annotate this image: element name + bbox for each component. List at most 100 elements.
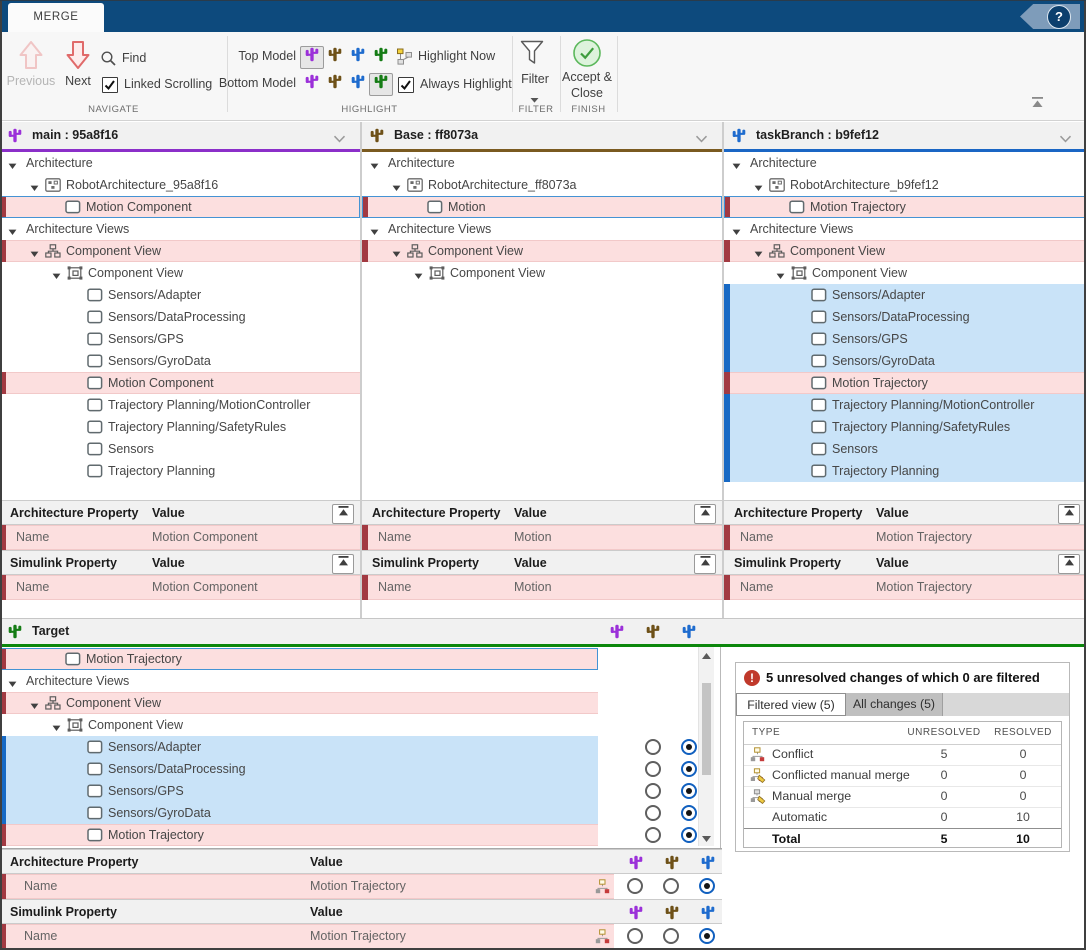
tree-row-motion-component[interactable]: Motion Component <box>0 196 360 218</box>
panel-header[interactable]: main : 95a8f16 <box>0 122 360 149</box>
expander-icon[interactable] <box>370 225 379 239</box>
property-row[interactable]: Name Motion Trajectory <box>724 525 1086 550</box>
panel-header[interactable]: taskBranch : b9fef12 <box>724 122 1086 149</box>
expander-icon[interactable] <box>370 159 379 173</box>
linked-scrolling-checkbox[interactable] <box>102 77 118 93</box>
tree-row-motion[interactable]: Motion <box>362 196 722 218</box>
highlight-now-icon[interactable] <box>396 48 414 68</box>
expander-icon[interactable] <box>754 181 763 195</box>
summary-tab-all-changes-5[interactable]: All changes (5) <box>846 693 943 716</box>
scroll-up-icon[interactable] <box>701 650 712 660</box>
expander-icon[interactable] <box>732 225 741 239</box>
target-scrollbar[interactable] <box>698 647 714 846</box>
tree-row-sensors-dataprocessing[interactable]: Sensors/DataProcessing <box>724 306 1086 328</box>
collapse-properties-button[interactable] <box>1058 554 1080 574</box>
tree-row-sensors-adapter[interactable]: Sensors/Adapter <box>0 284 360 306</box>
expander-icon[interactable] <box>52 269 61 283</box>
always-highlight-checkbox[interactable] <box>398 77 414 93</box>
radio-base-version[interactable] <box>663 878 679 894</box>
chevron-down-icon[interactable] <box>695 132 708 146</box>
property-row[interactable]: Name Motion Trajectory <box>724 575 1086 600</box>
tree-row-trajectory-planning-safetyrules[interactable]: Trajectory Planning/SafetyRules <box>724 416 1086 438</box>
tree-row-component-view[interactable]: Component View <box>362 262 722 284</box>
collapse-properties-button[interactable] <box>694 554 716 574</box>
radio-base-version[interactable] <box>645 827 661 843</box>
property-row[interactable]: Name Motion Component <box>0 575 360 600</box>
target-property-row[interactable]: Name Motion Trajectory <box>0 924 722 949</box>
search-icon[interactable] <box>100 50 117 70</box>
tree-row-sensors-dataprocessing[interactable]: Sensors/DataProcessing <box>0 306 360 328</box>
tree-row-sensors[interactable]: Sensors <box>724 438 1086 460</box>
property-row[interactable]: Name Motion Component <box>0 525 360 550</box>
accept-close-label2[interactable]: Close <box>556 86 618 101</box>
radio-main-version[interactable] <box>627 878 643 894</box>
expander-icon[interactable] <box>8 159 17 173</box>
highlight-top-target-button[interactable] <box>369 46 393 69</box>
radio-task-version[interactable] <box>681 783 697 799</box>
expander-icon[interactable] <box>392 247 401 261</box>
radio-task-version[interactable] <box>681 827 697 843</box>
tree-row-component-view[interactable]: Component View <box>362 240 722 262</box>
expander-icon[interactable] <box>732 159 741 173</box>
highlight-bottom-task-button[interactable] <box>346 73 370 96</box>
tree-row-architecture-views[interactable]: Architecture Views <box>724 218 1086 240</box>
highlight-top-main-button[interactable] <box>300 46 324 69</box>
highlight-bottom-main-button[interactable] <box>300 73 324 96</box>
radio-base-version[interactable] <box>663 928 679 944</box>
radio-task-version[interactable] <box>681 739 697 755</box>
tree-row-sensors-gyrodata[interactable]: Sensors/GyroData <box>724 350 1086 372</box>
find-label[interactable]: Find <box>122 51 146 65</box>
tree-row-sensors-gyrodata[interactable]: Sensors/GyroData <box>0 802 698 824</box>
expander-icon[interactable] <box>52 721 61 735</box>
expander-icon[interactable] <box>392 181 401 195</box>
tree-row-motion-trajectory[interactable]: Motion Trajectory <box>0 824 698 846</box>
tree-row-sensors[interactable]: Sensors <box>0 438 360 460</box>
tree-row-motion-trajectory[interactable]: Motion Trajectory <box>724 372 1086 394</box>
tree-row-sensors-gps[interactable]: Sensors/GPS <box>0 780 698 802</box>
expander-icon[interactable] <box>30 699 39 713</box>
radio-base-version[interactable] <box>645 761 661 777</box>
expander-icon[interactable] <box>414 269 423 283</box>
tree-row-motion-trajectory[interactable]: Motion Trajectory <box>0 648 698 670</box>
expander-icon[interactable] <box>8 225 17 239</box>
highlight-bottom-base-button[interactable] <box>323 73 347 96</box>
highlight-top-base-button[interactable] <box>323 46 347 69</box>
tree-row-motion-trajectory[interactable]: Motion Trajectory <box>724 196 1086 218</box>
expander-icon[interactable] <box>754 247 763 261</box>
tree-row-component-view[interactable]: Component View <box>0 240 360 262</box>
filter-icon[interactable] <box>519 39 545 70</box>
previous-button[interactable]: Previous <box>4 40 58 88</box>
accept-close-label1[interactable]: Accept & <box>556 70 618 85</box>
tree-row-architecture-views[interactable]: Architecture Views <box>362 218 722 240</box>
radio-main-version[interactable] <box>627 928 643 944</box>
tree-row-sensors-gps[interactable]: Sensors/GPS <box>724 328 1086 350</box>
tab-merge[interactable]: MERGE <box>8 3 104 32</box>
chevron-down-icon[interactable] <box>1059 132 1072 146</box>
property-row[interactable]: Name Motion <box>362 575 722 600</box>
collapse-properties-button[interactable] <box>332 504 354 524</box>
tree-row-architecture-views[interactable]: Architecture Views <box>0 670 698 692</box>
tree-row-sensors-gyrodata[interactable]: Sensors/GyroData <box>0 350 360 372</box>
tree-row-robotarchitecture-b9fef12[interactable]: RobotArchitecture_b9fef12 <box>724 174 1086 196</box>
tree-row-sensors-gps[interactable]: Sensors/GPS <box>0 328 360 350</box>
property-row[interactable]: Name Motion <box>362 525 722 550</box>
next-button[interactable]: Next <box>58 40 98 88</box>
tree-row-trajectory-planning-motioncontroller[interactable]: Trajectory Planning/MotionController <box>724 394 1086 416</box>
tree-row-trajectory-planning-safetyrules[interactable]: Trajectory Planning/SafetyRules <box>0 416 360 438</box>
scrollbar-thumb[interactable] <box>702 683 711 775</box>
tree-row-sensors-adapter[interactable]: Sensors/Adapter <box>724 284 1086 306</box>
tree-row-trajectory-planning[interactable]: Trajectory Planning <box>724 460 1086 482</box>
tree-row-motion-component[interactable]: Motion Component <box>0 372 360 394</box>
tree-row-trajectory-planning-motioncontroller[interactable]: Trajectory Planning/MotionController <box>0 394 360 416</box>
tree-row-robotarchitecture-ff8073a[interactable]: RobotArchitecture_ff8073a <box>362 174 722 196</box>
highlight-now-label[interactable]: Highlight Now <box>418 49 495 63</box>
tree-row-component-view[interactable]: Component View <box>724 262 1086 284</box>
collapse-properties-button[interactable] <box>694 504 716 524</box>
radio-base-version[interactable] <box>645 739 661 755</box>
tree-row-robotarchitecture-95a8f16[interactable]: RobotArchitecture_95a8f16 <box>0 174 360 196</box>
scroll-down-icon[interactable] <box>701 833 712 843</box>
tree-row-sensors-dataprocessing[interactable]: Sensors/DataProcessing <box>0 758 698 780</box>
expander-icon[interactable] <box>776 269 785 283</box>
tree-row-architecture-views[interactable]: Architecture Views <box>0 218 360 240</box>
accept-close-icon[interactable] <box>572 38 602 71</box>
